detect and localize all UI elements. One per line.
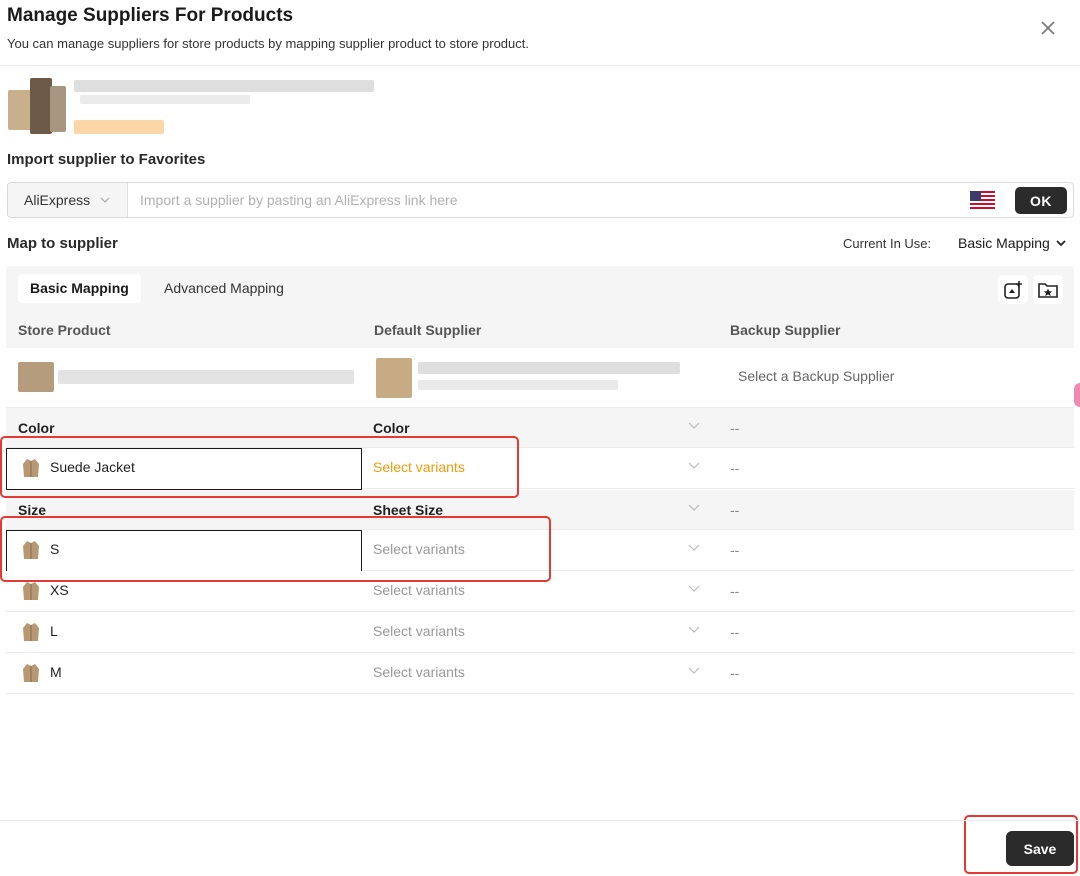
chevron-down-icon[interactable] [688,504,700,512]
favorites-folder-button[interactable] [1033,275,1063,304]
import-section-title: Import supplier to Favorites [7,151,206,168]
select-supplier-variant[interactable]: Select variants [373,664,465,680]
chevron-down-icon[interactable] [688,626,700,634]
add-product-icon [1004,280,1022,299]
footer-divider [0,820,1080,821]
save-button[interactable]: Save [1006,831,1074,866]
chevron-down-icon[interactable] [688,462,700,470]
store-product-name-blurred [58,370,354,384]
close-button[interactable] [1036,16,1060,40]
current-mode-dropdown[interactable]: Basic Mapping [958,235,1066,251]
product-price-blurred [74,120,164,134]
supplier-link-input[interactable] [128,183,958,217]
chevron-down-icon[interactable] [688,667,700,675]
product-thumbnail [8,78,68,136]
select-supplier-variant[interactable]: Select variants [373,582,465,598]
supplier-product-meta-blurred [418,380,618,390]
supplier-product-image[interactable] [376,358,412,398]
product-title-blurred [74,80,374,92]
highlight-size-row [0,516,551,582]
jacket-icon [23,623,39,641]
backup-value: -- [730,624,740,640]
store-variant-label: L [50,623,58,639]
tab-basic-mapping[interactable]: Basic Mapping [18,274,141,303]
dialog-title: Manage Suppliers For Products [7,5,294,26]
import-ok-button[interactable]: OK [1015,187,1067,214]
jacket-icon [23,664,39,682]
header-divider [0,65,1080,66]
select-supplier-variant[interactable]: Select variants [373,623,465,639]
backup-value: -- [730,542,740,558]
chevron-down-icon [100,197,110,203]
product-mapping-row: Select a Backup Supplier [6,348,1074,408]
folder-star-icon [1038,282,1058,298]
supplier-source-value: AliExpress [24,192,91,208]
supplier-attribute-name: Color [373,420,410,436]
add-product-button[interactable] [998,275,1028,304]
current-mode-value: Basic Mapping [958,235,1050,251]
backup-value: -- [730,460,740,476]
column-default-supplier: Default Supplier [374,322,482,338]
store-variant-label: XS [50,582,69,598]
mapping-section-title: Map to supplier [7,235,118,252]
jacket-icon [23,582,39,600]
import-bar: AliExpress OK [7,182,1074,218]
table-header: Store Product Default Supplier Backup Su… [6,312,1074,348]
current-in-use-label: Current In Use: [843,236,932,251]
chevron-down-icon[interactable] [688,422,700,430]
chevron-down-icon [1056,239,1066,246]
backup-value: -- [730,502,740,518]
chevron-down-icon[interactable] [688,544,700,552]
column-store-product: Store Product [18,322,111,338]
variant-row-l: L Select variants -- [6,612,1074,653]
tab-advanced-mapping[interactable]: Advanced Mapping [152,274,296,303]
dialog-subtitle: You can manage suppliers for store produ… [7,36,529,51]
mapping-tabs: Basic Mapping Advanced Mapping [6,266,1074,312]
store-variant-label: M [50,664,62,680]
side-widget-handle[interactable] [1074,383,1080,407]
backup-value: -- [730,665,740,681]
us-flag-icon[interactable] [970,191,995,209]
select-backup-supplier[interactable]: Select a Backup Supplier [738,368,894,384]
supplier-product-name-blurred[interactable] [418,362,680,374]
product-subtitle-blurred [80,95,250,104]
close-icon [1041,21,1055,35]
backup-value: -- [730,583,740,599]
store-product-image [18,362,54,392]
chevron-down-icon[interactable] [688,585,700,593]
variant-row-m: M Select variants -- [6,653,1074,694]
supplier-source-select[interactable]: AliExpress [8,183,128,217]
backup-value: -- [730,420,740,436]
store-attribute-name: Color [18,420,55,436]
column-backup-supplier: Backup Supplier [730,322,841,338]
highlight-color-row [0,436,519,498]
